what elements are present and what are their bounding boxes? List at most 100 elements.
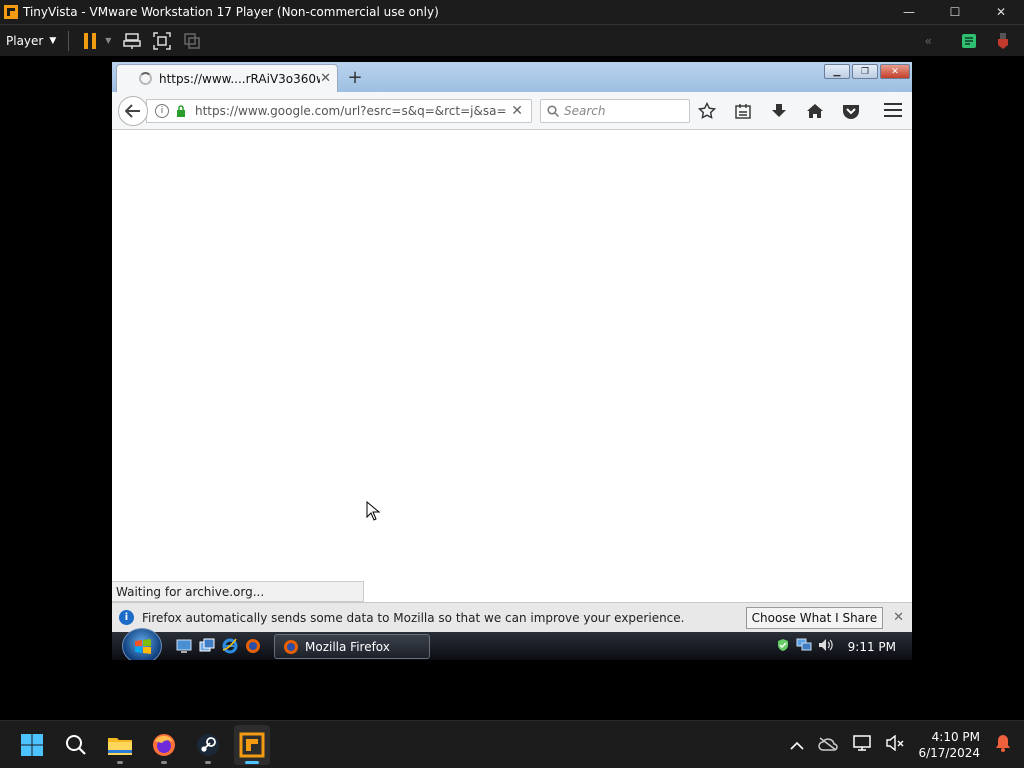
vista-start-button[interactable] <box>122 628 162 660</box>
ctrl-alt-del-icon <box>123 32 142 49</box>
search-placeholder: Search <box>564 104 606 118</box>
quick-launch <box>176 638 261 654</box>
notes-button[interactable] <box>958 30 980 52</box>
home-button[interactable] <box>804 100 826 122</box>
mouse-cursor-icon <box>366 501 380 521</box>
vmware-taskbar-button[interactable] <box>234 725 270 765</box>
notification-bar: i Firefox automatically sends some data … <box>112 602 912 632</box>
vmware-toolbar: Player ▼ ▼ « <box>0 24 1024 56</box>
choose-what-i-share-button[interactable]: Choose What I Share <box>745 606 884 629</box>
notification-text: Firefox automatically sends some data to… <box>142 610 685 625</box>
search-bar[interactable]: Search <box>540 99 690 123</box>
unity-button[interactable] <box>181 30 203 52</box>
taskbar-firefox-label: Mozilla Firefox <box>305 639 390 654</box>
loading-spinner-icon <box>139 72 152 85</box>
maximize-button[interactable]: ☐ <box>932 0 978 24</box>
stop-loading-icon[interactable]: ✕ <box>511 103 523 119</box>
clock-date: 6/17/2024 <box>918 746 980 760</box>
tab-title: https://www....rRAiV3o360w <box>159 71 321 86</box>
tab-close-icon[interactable]: ✕ <box>320 71 331 86</box>
status-panel: Waiting for archive.org... <box>112 581 364 602</box>
cloud-off-icon <box>818 736 839 751</box>
full-screen-button[interactable] <box>151 30 173 52</box>
chevron-up-icon <box>790 741 805 750</box>
firefox-icon <box>284 639 298 654</box>
bookmarks-menu-button[interactable] <box>732 100 754 122</box>
firefox-restore-button[interactable]: ❐ <box>852 64 878 79</box>
notification-bell-icon <box>996 735 1010 752</box>
page-content[interactable] <box>112 130 912 601</box>
file-explorer-icon <box>108 738 132 755</box>
notes-icon <box>962 33 976 48</box>
vista-clock[interactable]: 9:11 PM <box>848 640 896 654</box>
vista-system-tray: 9:11 PM <box>776 638 896 655</box>
collapse-toolbar-icon[interactable]: « <box>925 34 932 48</box>
firefox-tab-strip: https://www....rRAiV3o360w ✕ + ▁ ❐ ✕ <box>112 62 912 92</box>
firefox-nav-bar: i https://www.google.com/url?esrc=s&q=&r… <box>112 92 912 130</box>
url-bar[interactable]: i https://www.google.com/url?esrc=s&q=&r… <box>146 99 532 123</box>
show-desktop-icon[interactable] <box>176 638 192 654</box>
switch-windows-icon[interactable] <box>199 638 215 654</box>
firefox-taskbar-button[interactable] <box>146 725 182 765</box>
windows-start-icon <box>21 734 43 756</box>
running-indicator <box>117 761 123 764</box>
firefox-window-controls: ▁ ❐ ✕ <box>824 64 910 79</box>
new-tab-button[interactable]: + <box>346 67 364 88</box>
info-icon: i <box>119 610 134 625</box>
notification-close-icon[interactable]: ✕ <box>893 610 904 625</box>
back-arrow-icon <box>125 104 140 118</box>
hamburger-menu-button[interactable] <box>884 103 902 121</box>
running-indicator <box>161 761 167 764</box>
vmware-logo-icon <box>4 5 18 19</box>
file-explorer-button[interactable] <box>102 725 138 765</box>
search-icon <box>547 105 559 117</box>
taskbar-search-button[interactable] <box>58 725 94 765</box>
running-indicator <box>205 761 211 764</box>
network-icon[interactable] <box>796 638 812 655</box>
unity-icon <box>184 32 201 49</box>
hamburger-line <box>884 109 902 111</box>
firefox-quicklaunch-icon[interactable] <box>245 638 261 654</box>
removable-devices-button[interactable] <box>992 30 1014 52</box>
search-icon <box>66 735 86 755</box>
pause-icon <box>84 32 97 49</box>
close-button[interactable]: ✕ <box>978 0 1024 24</box>
security-shield-icon[interactable] <box>776 638 790 655</box>
firefox-close-button[interactable]: ✕ <box>880 64 910 79</box>
pocket-button[interactable] <box>840 100 862 122</box>
windows-taskbar: 4:10 PM 6/17/2024 <box>0 720 1024 768</box>
player-menu-label: Player <box>6 33 44 48</box>
internet-explorer-icon[interactable] <box>222 638 238 654</box>
volume-button[interactable] <box>886 734 904 755</box>
start-button[interactable] <box>14 725 50 765</box>
bookmark-star-button[interactable] <box>696 100 718 122</box>
download-arrow-icon <box>772 104 786 117</box>
network-button[interactable] <box>852 735 872 755</box>
send-ctrl-alt-del-button[interactable] <box>121 30 143 52</box>
onedrive-button[interactable] <box>818 736 839 755</box>
window-title: TinyVista - VMware Workstation 17 Player… <box>23 5 439 19</box>
pause-dropdown-icon[interactable]: ▼ <box>105 36 111 45</box>
clock-time: 4:10 PM <box>931 730 980 744</box>
minimize-button[interactable]: — <box>886 0 932 24</box>
browser-tab[interactable]: https://www....rRAiV3o360w ✕ <box>116 64 338 92</box>
pause-button[interactable] <box>79 30 101 52</box>
firefox-minimize-button[interactable]: ▁ <box>824 64 850 79</box>
lock-icon <box>177 105 185 117</box>
show-hidden-icons-button[interactable] <box>790 736 805 755</box>
vista-taskbar: Mozilla Firefox 9:11 PM <box>112 628 912 660</box>
home-icon <box>807 104 823 118</box>
windows-clock[interactable]: 4:10 PM 6/17/2024 <box>918 729 980 761</box>
site-info-icon[interactable]: i <box>155 104 169 118</box>
guest-screen[interactable]: https://www....rRAiV3o360w ✕ + ▁ ❐ ✕ i h… <box>112 62 912 660</box>
chevron-down-icon: ▼ <box>49 35 57 46</box>
notifications-button[interactable] <box>994 734 1012 756</box>
taskbar-firefox-window[interactable]: Mozilla Firefox <box>274 634 430 659</box>
player-menu[interactable]: Player ▼ <box>0 34 62 48</box>
back-button[interactable] <box>118 96 148 126</box>
desktop: TinyVista - VMware Workstation 17 Player… <box>0 0 1024 768</box>
downloads-button[interactable] <box>768 100 790 122</box>
windows-system-tray: 4:10 PM 6/17/2024 <box>790 721 1012 768</box>
steam-taskbar-button[interactable] <box>190 725 226 765</box>
volume-icon[interactable] <box>818 638 834 655</box>
